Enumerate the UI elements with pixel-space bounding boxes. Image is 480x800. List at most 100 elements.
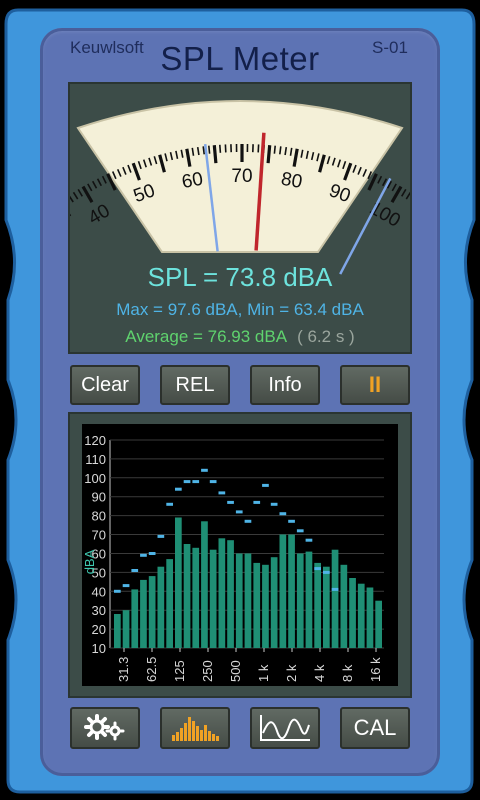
spectrum-icon-bar bbox=[212, 734, 215, 741]
spectrum-bar bbox=[192, 547, 200, 648]
spectrum-bar bbox=[140, 579, 147, 648]
gauge-tick bbox=[405, 191, 410, 200]
peak-hold-marker bbox=[209, 480, 217, 484]
peak-hold-marker bbox=[270, 502, 278, 506]
y-tick-label: 20 bbox=[92, 622, 106, 637]
spectrum-chart: 120110100908070605040302010dBA31.3 62.5 12… bbox=[82, 424, 398, 686]
y-tick-label: 100 bbox=[84, 471, 106, 486]
peak-hold-marker bbox=[323, 570, 330, 574]
gears-icon bbox=[84, 714, 125, 741]
gauge-scale-label: 40 bbox=[85, 200, 114, 229]
waveform-icon bbox=[260, 715, 310, 741]
gauge-tick bbox=[377, 175, 383, 184]
history-view-button[interactable] bbox=[250, 707, 320, 749]
spectrum-bar bbox=[340, 564, 348, 648]
spectrum-bar bbox=[218, 538, 226, 648]
spectrum-icon-bar bbox=[188, 717, 191, 741]
y-tick-label: 90 bbox=[92, 490, 106, 505]
gauge-tick bbox=[279, 146, 282, 155]
peak-hold-marker bbox=[279, 512, 287, 516]
spectrum-bar bbox=[366, 587, 374, 648]
peak-hold-marker bbox=[244, 519, 252, 523]
gauge-tick bbox=[202, 146, 205, 155]
spectrum-icon-bar bbox=[180, 728, 183, 741]
clear-button[interactable]: Clear bbox=[70, 365, 140, 405]
spectrum-bar bbox=[349, 578, 356, 648]
peak-hold-marker bbox=[305, 538, 313, 542]
peak-hold-marker bbox=[288, 519, 295, 523]
y-tick-label: 80 bbox=[92, 509, 106, 524]
rel-button[interactable]: REL bbox=[160, 365, 230, 405]
spectrum-bar bbox=[114, 614, 121, 648]
spectrum-bar bbox=[122, 610, 130, 648]
x-tick-label: 500 bbox=[228, 660, 243, 682]
settings-button[interactable] bbox=[70, 707, 140, 749]
gauge-scale-label: 60 bbox=[180, 169, 204, 193]
spectrum-icon-bar bbox=[208, 731, 211, 741]
gauge-tick bbox=[208, 145, 211, 154]
spectrum-bar bbox=[296, 553, 304, 648]
x-tick-label: 4 k bbox=[312, 664, 327, 682]
peak-hold-marker bbox=[166, 502, 173, 506]
gauge-tick bbox=[72, 191, 79, 200]
pause-button[interactable]: II bbox=[340, 365, 410, 405]
x-tick-label: 16 k bbox=[368, 657, 383, 682]
peak-hold-marker bbox=[262, 483, 269, 487]
peak-hold-marker bbox=[157, 534, 165, 538]
spectrum-bar bbox=[375, 600, 382, 648]
gauge-tick bbox=[101, 175, 107, 184]
gauge-tick bbox=[266, 145, 272, 164]
peak-hold-marker bbox=[122, 584, 130, 588]
spectrum-icon-bar bbox=[176, 732, 179, 741]
gauge-tick bbox=[96, 178, 103, 187]
spectrum-bar bbox=[244, 553, 252, 648]
spectrum-icon-bar bbox=[204, 725, 207, 741]
average-readout: Average = 76.93 dBA bbox=[125, 327, 288, 346]
y-tick-label: 10 bbox=[92, 641, 106, 656]
y-tick-label: 40 bbox=[92, 584, 106, 599]
y-axis-label: dBA bbox=[82, 549, 97, 574]
peak-hold-marker bbox=[148, 552, 156, 555]
spectrum-bar bbox=[253, 562, 261, 648]
peak-hold-marker bbox=[131, 569, 139, 572]
y-tick-label: 110 bbox=[85, 452, 106, 467]
spectrum-bar bbox=[357, 583, 365, 648]
peak-hold-marker bbox=[235, 510, 243, 514]
gauge-scale-label: 70 bbox=[231, 166, 252, 187]
spectrum-icon-bar bbox=[216, 736, 219, 741]
spectrum-bar bbox=[331, 549, 339, 648]
peak-hold-marker bbox=[201, 468, 208, 472]
spectrum-icon-bar bbox=[196, 726, 199, 741]
spectrum-bar bbox=[148, 576, 156, 648]
x-tick-label: 8 k bbox=[340, 664, 355, 682]
y-tick-label: 30 bbox=[92, 603, 106, 618]
y-tick-label: 70 bbox=[92, 528, 106, 543]
gauge-tick bbox=[212, 145, 218, 164]
gauge-tick bbox=[77, 188, 83, 197]
spectrum-icon-bar bbox=[192, 721, 195, 741]
spectrum-bar bbox=[166, 559, 173, 648]
info-button[interactable]: Info bbox=[250, 365, 320, 405]
spectrum-bar bbox=[279, 534, 287, 648]
spectrum-icon-bar bbox=[172, 735, 175, 741]
x-tick-label: 62.5 bbox=[144, 657, 159, 682]
peak-hold-marker bbox=[296, 529, 304, 533]
gauge-tick bbox=[391, 183, 397, 192]
peak-hold-marker bbox=[114, 589, 121, 593]
spectrum-bar bbox=[131, 589, 139, 648]
spectrum-bar bbox=[175, 517, 182, 648]
gauge-tick bbox=[70, 195, 74, 203]
spectrum-bar bbox=[288, 534, 295, 648]
x-tick-label: 250 bbox=[200, 660, 215, 682]
peak-hold-marker bbox=[192, 480, 200, 484]
spectrum-icon-bar bbox=[200, 730, 203, 741]
x-tick-label: 31.3 bbox=[116, 657, 131, 682]
x-tick-label: 1 k bbox=[256, 664, 271, 682]
spectrum-panel: 120 110 100 90 80 70 60 50 40 30 20 10 dBA 31.3 62.5 12… bbox=[68, 412, 412, 698]
y-tick-label: 120 bbox=[84, 433, 106, 448]
cal-button[interactable]: CAL bbox=[340, 707, 410, 749]
duration-readout: ( 6.2 s ) bbox=[297, 327, 355, 346]
spectrum-bar bbox=[201, 521, 208, 648]
spectrum-view-button[interactable] bbox=[160, 707, 230, 749]
gauge-tick bbox=[91, 180, 98, 189]
